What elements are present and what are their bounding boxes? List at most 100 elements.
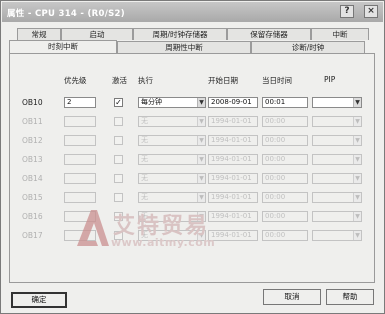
execution-value: 无: [141, 117, 148, 125]
ob-label: OB10: [22, 98, 43, 107]
pip-select[interactable]: ▼: [312, 192, 362, 203]
priority-field[interactable]: [64, 192, 96, 203]
chevron-down-icon: ▼: [197, 136, 205, 145]
chevron-down-icon: ▼: [197, 117, 205, 126]
execution-value: 无: [141, 136, 148, 144]
start-date-field[interactable]: 1994-01-01: [208, 116, 258, 127]
tab-label: 周期性中断: [165, 43, 203, 52]
close-button[interactable]: ×: [364, 5, 378, 18]
chevron-down-icon: ▼: [197, 193, 205, 202]
tab-cyclic-interrupts[interactable]: 周期性中断: [117, 41, 251, 53]
execution-value: 每分钟: [141, 98, 162, 106]
priority-field[interactable]: [64, 116, 96, 127]
chevron-down-icon: ▼: [353, 193, 361, 202]
chevron-down-icon: ▼: [353, 212, 361, 221]
execution-select[interactable]: 无 ▼: [138, 192, 206, 203]
activate-checkbox[interactable]: [114, 117, 123, 126]
start-date-field[interactable]: 1994-01-01: [208, 173, 258, 184]
pip-select[interactable]: ▼: [312, 173, 362, 184]
header-time-of-day: 当日时间: [262, 76, 292, 85]
priority-field[interactable]: 2: [64, 97, 96, 108]
tab-cycle-clock-memory[interactable]: 周期/时钟存储器: [133, 28, 227, 40]
ok-button[interactable]: 确定: [11, 292, 67, 308]
tab-label: 保留存储器: [250, 30, 288, 39]
chevron-down-icon: ▼: [353, 136, 361, 145]
priority-field[interactable]: [64, 173, 96, 184]
activate-checkbox[interactable]: [114, 174, 123, 183]
pip-select[interactable]: ▼: [312, 230, 362, 241]
tab-label: 时刻中断: [48, 42, 78, 51]
execution-value: 无: [141, 155, 148, 163]
pip-select[interactable]: ▼: [312, 154, 362, 165]
priority-field[interactable]: [64, 135, 96, 146]
tab-startup[interactable]: 启动: [61, 28, 133, 40]
header-priority: 优先级: [64, 76, 87, 85]
help-button[interactable]: 帮助: [326, 289, 374, 305]
logo-icon: [77, 210, 109, 246]
header-execute: 执行: [138, 76, 153, 85]
tab-time-of-day-interrupts[interactable]: 时刻中断: [9, 40, 117, 53]
time-of-day-field[interactable]: 00:01: [262, 97, 308, 108]
ob-label: OB12: [22, 136, 43, 145]
time-of-day-field[interactable]: 00:00: [262, 173, 308, 184]
watermark-url: www.aitmy.com: [111, 236, 216, 249]
tab-label: 常规: [31, 30, 47, 39]
tab-label: 中断: [332, 30, 348, 39]
priority-field[interactable]: [64, 154, 96, 165]
time-of-day-field[interactable]: 00:00: [262, 192, 308, 203]
time-of-day-field[interactable]: 00:00: [262, 135, 308, 146]
title-bar: 属性 - CPU 314 - (R0/S2) ? ×: [2, 2, 383, 22]
chevron-down-icon: ▼: [197, 174, 205, 183]
ob-label: OB11: [22, 117, 43, 126]
execution-value: 无: [141, 193, 148, 201]
chevron-down-icon: ▼: [197, 98, 205, 107]
chevron-down-icon: ▼: [197, 155, 205, 164]
pip-select[interactable]: ▼: [312, 135, 362, 146]
execution-value: 无: [141, 174, 148, 182]
execution-select[interactable]: 无 ▼: [138, 154, 206, 165]
ob-label: OB15: [22, 193, 43, 202]
execution-select[interactable]: 无 ▼: [138, 135, 206, 146]
activate-checkbox[interactable]: ✓: [114, 98, 123, 107]
cancel-button[interactable]: 取消: [263, 289, 321, 305]
tab-label: 启动: [89, 30, 105, 39]
activate-checkbox[interactable]: [114, 155, 123, 164]
ob-label: OB13: [22, 155, 43, 164]
pip-select[interactable]: ▼: [312, 116, 362, 127]
execution-select[interactable]: 每分钟 ▼: [138, 97, 206, 108]
watermark: 艾特贸易 www.aitmy.com: [73, 206, 293, 254]
start-date-field[interactable]: 2008-09-01: [208, 97, 258, 108]
pip-select[interactable]: ▼: [312, 97, 362, 108]
chevron-down-icon: ▼: [353, 231, 361, 240]
time-of-day-field[interactable]: 00:00: [262, 154, 308, 165]
activate-checkbox[interactable]: [114, 193, 123, 202]
start-date-field[interactable]: 1994-01-01: [208, 154, 258, 165]
ob-label: OB17: [22, 231, 43, 240]
ok-label: 确定: [31, 295, 47, 304]
help-label: 帮助: [342, 292, 358, 301]
ob-label: OB16: [22, 212, 43, 221]
cancel-label: 取消: [284, 292, 300, 301]
tab-diagnostics-clock[interactable]: 诊断/时钟: [251, 41, 365, 53]
start-date-field[interactable]: 1994-01-01: [208, 135, 258, 146]
chevron-down-icon: ▼: [353, 117, 361, 126]
execution-select[interactable]: 无 ▼: [138, 116, 206, 127]
activate-checkbox[interactable]: [114, 136, 123, 145]
tab-general[interactable]: 常规: [17, 28, 61, 40]
pip-select[interactable]: ▼: [312, 211, 362, 222]
tab-label: 周期/时钟存储器: [152, 30, 208, 39]
tab-retentive-memory[interactable]: 保留存储器: [227, 28, 311, 40]
properties-dialog: 属性 - CPU 314 - (R0/S2) ? × 常规 启动 周期/时钟存储…: [0, 0, 385, 314]
help-title-button[interactable]: ?: [340, 5, 354, 18]
chevron-down-icon: ▼: [353, 174, 361, 183]
tab-interrupts[interactable]: 中断: [311, 28, 369, 40]
header-start-date: 开始日期: [208, 76, 238, 85]
execution-select[interactable]: 无 ▼: [138, 173, 206, 184]
tab-label: 诊断/时钟: [291, 43, 325, 52]
time-of-day-field[interactable]: 00:00: [262, 116, 308, 127]
ob-label: OB14: [22, 174, 43, 183]
chevron-down-icon: ▼: [353, 98, 361, 107]
window-title: 属性 - CPU 314 - (R0/S2): [7, 9, 125, 19]
start-date-field[interactable]: 1994-01-01: [208, 192, 258, 203]
header-activate: 激活: [112, 76, 127, 85]
